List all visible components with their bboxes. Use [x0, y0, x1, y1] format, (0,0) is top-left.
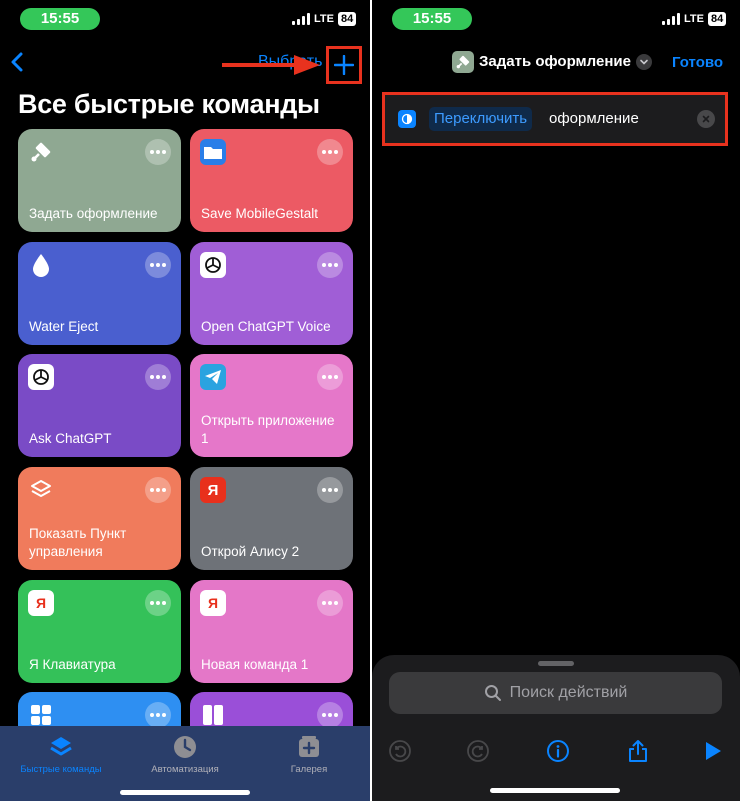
sheet-grabber[interactable] — [538, 661, 574, 666]
shortcut-tile[interactable]: Открыть приложение 1 — [190, 354, 353, 457]
action-text: оформление — [549, 110, 639, 127]
more-button[interactable] — [145, 252, 171, 278]
clock-icon — [174, 736, 196, 758]
chevron-down-icon — [640, 59, 648, 65]
shortcut-label: Save MobileGestalt — [201, 206, 319, 221]
folder-icon — [200, 139, 226, 165]
more-button[interactable] — [145, 139, 171, 165]
close-icon — [702, 115, 710, 123]
network-type: LTE — [314, 13, 334, 25]
yandex-icon: Я — [200, 477, 226, 503]
appearance-icon — [398, 110, 416, 128]
status-time: 15:55 — [392, 8, 472, 30]
status-bar: 15:55 LTE 84 — [372, 8, 740, 30]
grid-icon — [28, 702, 54, 728]
signal-icon — [292, 13, 310, 25]
tab-shortcuts[interactable]: Быстрые команды — [6, 734, 116, 775]
home-indicator — [490, 788, 620, 793]
more-button[interactable] — [145, 364, 171, 390]
status-indicators: LTE 84 — [662, 12, 727, 26]
gallery-icon — [299, 736, 319, 757]
more-button[interactable] — [317, 139, 343, 165]
title-menu-button[interactable] — [636, 54, 652, 70]
shortcut-tile[interactable]: Я Я Клавиатура — [18, 580, 181, 683]
telegram-icon — [200, 364, 226, 390]
tab-gallery[interactable]: Галерея — [254, 734, 364, 775]
plus-icon — [334, 55, 354, 75]
shortcut-label: Я Клавиатура — [29, 657, 116, 672]
run-button[interactable] — [700, 739, 724, 763]
chatgpt-icon — [28, 364, 54, 390]
more-button[interactable] — [317, 590, 343, 616]
add-shortcut-button[interactable] — [326, 46, 362, 84]
shortcut-tile[interactable]: Water Eject — [18, 242, 181, 345]
undo-button[interactable] — [388, 739, 412, 763]
tab-bar: Быстрые команды Автоматизация Галерея — [0, 726, 370, 801]
battery-level: 84 — [707, 12, 727, 26]
home-indicator — [120, 790, 250, 795]
chevron-left-icon — [11, 52, 23, 72]
shortcut-tile[interactable]: Показать Пункт управления — [18, 467, 181, 570]
action-row[interactable]: Переключить оформление — [382, 92, 728, 146]
shortcut-label: Open ChatGPT Voice — [201, 319, 331, 334]
tab-label: Автоматизация — [151, 764, 219, 775]
tab-automation[interactable]: Автоматизация — [130, 734, 240, 775]
battery-level: 84 — [337, 12, 357, 26]
yandex-icon: Я — [28, 590, 54, 616]
status-bar: 15:55 LTE 84 — [0, 8, 370, 30]
shortcut-tile[interactable]: Я Новая команда 1 — [190, 580, 353, 683]
status-indicators: LTE 84 — [292, 12, 357, 26]
layers-icon — [28, 477, 54, 503]
shortcut-label: Показать Пункт управления — [29, 526, 127, 559]
actions-sheet: Поиск действий — [372, 655, 740, 801]
search-actions-input[interactable]: Поиск действий — [389, 672, 722, 714]
shortcut-tile[interactable]: Save MobileGestalt — [190, 129, 353, 232]
shortcut-tile[interactable]: Задать оформление — [18, 129, 181, 232]
more-button[interactable] — [317, 364, 343, 390]
more-button[interactable] — [317, 702, 343, 728]
network-type: LTE — [684, 13, 704, 25]
shortcut-tile[interactable]: Я Открой Алису 2 — [190, 467, 353, 570]
back-button[interactable] — [8, 50, 28, 74]
shortcut-tile[interactable]: Ask ChatGPT — [18, 354, 181, 457]
paintbrush-icon — [452, 51, 474, 73]
info-button[interactable] — [546, 739, 570, 763]
more-button[interactable] — [145, 477, 171, 503]
more-button[interactable] — [145, 590, 171, 616]
shortcut-label: Открыть приложение 1 — [201, 413, 335, 446]
tab-label: Галерея — [290, 764, 328, 775]
shortcut-title[interactable]: Задать оформление — [479, 53, 631, 70]
shortcut-tile[interactable]: Open ChatGPT Voice — [190, 242, 353, 345]
search-icon — [484, 685, 501, 701]
shortcut-editor-screen: 15:55 LTE 84 Задать оформление Готово Пе… — [372, 0, 740, 801]
shortcut-label: Новая команда 1 — [201, 657, 309, 672]
more-button[interactable] — [317, 477, 343, 503]
shortcut-label: Ask ChatGPT — [29, 431, 112, 446]
chatgpt-icon — [200, 252, 226, 278]
tab-label: Быстрые команды — [20, 764, 102, 775]
share-button[interactable] — [626, 739, 650, 763]
more-button[interactable] — [145, 702, 171, 728]
search-placeholder: Поиск действий — [509, 684, 628, 701]
shortcuts-library-screen: 15:55 LTE 84 Выбрать Все быстрые команды… — [0, 0, 370, 801]
signal-icon — [662, 13, 680, 25]
page-title: Все быстрые команды — [18, 89, 320, 119]
shortcut-label: Открой Алису 2 — [201, 544, 300, 559]
layers-icon — [50, 737, 72, 756]
annotation-arrow — [222, 55, 320, 75]
action-parameter[interactable]: Переключить — [429, 107, 533, 131]
split-icon — [200, 702, 226, 728]
done-button[interactable]: Готово — [672, 54, 723, 71]
paintbrush-icon — [28, 139, 54, 165]
yandex-icon: Я — [200, 590, 226, 616]
editor-header: Задать оформление Готово — [372, 48, 740, 78]
shortcut-label: Water Eject — [29, 319, 99, 334]
shortcut-label: Задать оформление — [29, 206, 158, 221]
remove-action-button[interactable] — [697, 110, 715, 128]
status-time: 15:55 — [20, 8, 100, 30]
redo-button[interactable] — [466, 739, 490, 763]
more-button[interactable] — [317, 252, 343, 278]
droplet-icon — [28, 252, 54, 278]
